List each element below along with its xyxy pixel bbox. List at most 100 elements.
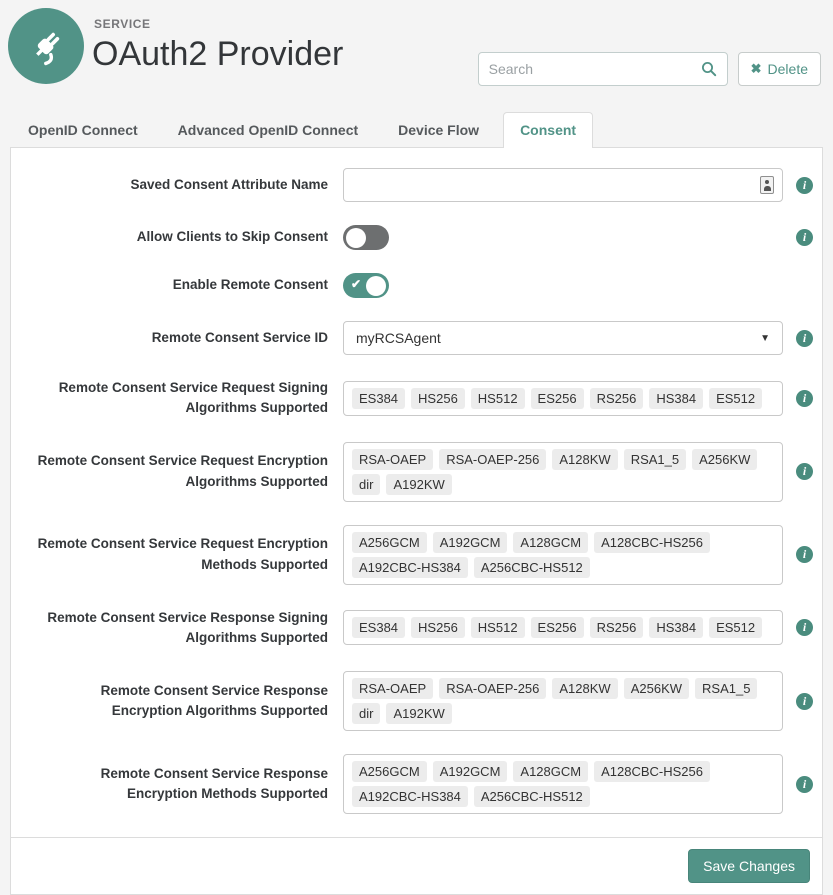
form-row: Remote Consent Service Response Encrypti… <box>31 671 808 731</box>
service-kicker: SERVICE <box>94 17 151 31</box>
tab-device-flow[interactable]: Device Flow <box>382 113 495 147</box>
tag-item[interactable]: A192GCM <box>433 532 508 553</box>
tags-field[interactable]: RSA-OAEP RSA-OAEP-256 A128KW A256KW RSA1_5di… <box>343 671 783 731</box>
field-control: myRCSAgent▼ <box>343 321 783 355</box>
tag-item[interactable]: HS512 <box>471 617 525 638</box>
toggle-off[interactable] <box>343 225 389 250</box>
tag-item[interactable]: A192KW <box>386 703 451 724</box>
plug-icon <box>23 23 69 69</box>
tag-item[interactable]: ES512 <box>709 388 762 409</box>
field-label: Remote Consent Service Request Encryptio… <box>31 451 343 492</box>
field-control: ES384 HS256 HS512 ES256 RS256HS384 ES512 <box>343 381 783 416</box>
field-control: ✔ <box>343 273 783 298</box>
tag-item[interactable]: ES384 <box>352 617 405 638</box>
autofill-icon <box>760 176 774 194</box>
tab-advanced-openid-connect[interactable]: Advanced OpenID Connect <box>162 113 374 147</box>
info-icon[interactable]: i <box>796 390 813 407</box>
tag-item[interactable]: A192GCM <box>433 761 508 782</box>
tag-item[interactable]: ES384 <box>352 388 405 409</box>
field-label: Enable Remote Consent <box>31 275 343 295</box>
tag-item[interactable]: HS512 <box>471 388 525 409</box>
tag-item[interactable]: A256KW <box>692 449 757 470</box>
info-icon[interactable]: i <box>796 463 813 480</box>
field-control: RSA-OAEP RSA-OAEP-256 A128KW A256KW RSA1_5di… <box>343 671 783 731</box>
tag-item[interactable]: dir <box>352 474 380 495</box>
field-label: Allow Clients to Skip Consent <box>31 227 343 247</box>
tags-field[interactable]: ES384 HS256 HS512 ES256 RS256HS384 ES512 <box>343 610 783 645</box>
x-icon: ✖ <box>751 61 762 77</box>
info-icon[interactable]: i <box>796 693 813 710</box>
form-row: Remote Consent Service Response Signing … <box>31 608 808 649</box>
consent-panel: Saved Consent Attribute Name i Allow Clien… <box>10 147 823 895</box>
info-slot: i <box>783 330 813 347</box>
tag-item[interactable]: A256CBC-HS512 <box>474 557 590 578</box>
delete-button[interactable]: ✖ Delete <box>738 52 821 86</box>
tag-item[interactable]: RSA1_5 <box>695 678 757 699</box>
info-slot: i <box>783 693 813 710</box>
tag-item[interactable]: A128GCM <box>513 532 588 553</box>
info-icon[interactable]: i <box>796 229 813 246</box>
field-label: Remote Consent Service Request Encryptio… <box>31 534 343 575</box>
form-row: Remote Consent Service Request Encryptio… <box>31 442 808 502</box>
toggle-on[interactable]: ✔ <box>343 273 389 298</box>
delete-button-label: Delete <box>768 61 808 77</box>
tag-item[interactable]: RS256 <box>590 388 644 409</box>
field-label: Saved Consent Attribute Name <box>31 175 343 195</box>
info-icon[interactable]: i <box>796 330 813 347</box>
tag-item[interactable]: RSA-OAEP-256 <box>439 678 546 699</box>
info-slot: i <box>783 463 813 480</box>
tag-item[interactable]: RSA-OAEP-256 <box>439 449 546 470</box>
tag-item[interactable]: A192CBC-HS384 <box>352 786 468 807</box>
tag-item[interactable]: ES512 <box>709 617 762 638</box>
info-icon[interactable]: i <box>796 177 813 194</box>
tag-item[interactable]: A128KW <box>552 449 617 470</box>
tag-item[interactable]: RSA-OAEP <box>352 449 433 470</box>
save-changes-button[interactable]: Save Changes <box>688 849 810 883</box>
tag-item[interactable]: dir <box>352 703 380 724</box>
select-field[interactable]: myRCSAgent▼ <box>343 321 783 355</box>
tag-item[interactable]: ES256 <box>531 388 584 409</box>
field-label: Remote Consent Service Response Signing … <box>31 608 343 649</box>
tab-consent[interactable]: Consent <box>503 112 593 148</box>
tag-item[interactable]: A192CBC-HS384 <box>352 557 468 578</box>
field-control <box>343 168 783 202</box>
tag-item[interactable]: A128KW <box>552 678 617 699</box>
page-header: SERVICE OAuth2 Provider ✖ Delete <box>0 0 833 112</box>
info-icon[interactable]: i <box>796 546 813 563</box>
form-row: Remote Consent Service Request Encryptio… <box>31 525 808 585</box>
tags-field[interactable]: A256GCM A192GCMA128GCM A128CBC-HS256 A192CB… <box>343 754 783 814</box>
tag-item[interactable]: RS256 <box>590 617 644 638</box>
tag-item[interactable]: A128CBC-HS256 <box>594 532 710 553</box>
info-icon[interactable]: i <box>796 776 813 793</box>
tag-item[interactable]: HS256 <box>411 388 465 409</box>
tags-field[interactable]: RSA-OAEP RSA-OAEP-256 A128KW RSA1_5 A256KW di… <box>343 442 783 502</box>
tab-openid-connect[interactable]: OpenID Connect <box>12 113 154 147</box>
info-icon[interactable]: i <box>796 619 813 636</box>
tags-field[interactable]: ES384 HS256 HS512 ES256 RS256HS384 ES512 <box>343 381 783 416</box>
form-row: Remote Consent Service Request Signing A… <box>31 378 808 419</box>
form-row: Remote Consent Service Response Encrypti… <box>31 754 808 814</box>
check-icon: ✔ <box>351 277 361 291</box>
text-field[interactable] <box>343 168 783 202</box>
tag-item[interactable]: RSA1_5 <box>624 449 686 470</box>
toggle-knob <box>346 228 366 248</box>
tag-item[interactable]: A192KW <box>386 474 451 495</box>
tag-item[interactable]: A256GCM <box>352 532 427 553</box>
tag-item[interactable]: A256GCM <box>352 761 427 782</box>
tag-item[interactable]: HS384 <box>649 617 703 638</box>
tag-item[interactable]: HS384 <box>649 388 703 409</box>
field-label: Remote Consent Service Response Encrypti… <box>31 681 343 722</box>
tag-item[interactable]: RSA-OAEP <box>352 678 433 699</box>
tag-item[interactable]: A128CBC-HS256 <box>594 761 710 782</box>
tag-item[interactable]: A256KW <box>624 678 689 699</box>
tab-bar: OpenID ConnectAdvanced OpenID ConnectDev… <box>0 112 833 147</box>
tag-item[interactable]: A128GCM <box>513 761 588 782</box>
header-actions: ✖ Delete <box>478 52 821 86</box>
tag-item[interactable]: HS256 <box>411 617 465 638</box>
tag-item[interactable]: ES256 <box>531 617 584 638</box>
search-input[interactable] <box>489 61 701 77</box>
tag-item[interactable]: A256CBC-HS512 <box>474 786 590 807</box>
info-slot: i <box>783 390 813 407</box>
form-row: Remote Consent Service IDmyRCSAgent▼i <box>31 321 808 355</box>
tags-field[interactable]: A256GCM A192GCMA128GCM A128CBC-HS256 A192CB… <box>343 525 783 585</box>
